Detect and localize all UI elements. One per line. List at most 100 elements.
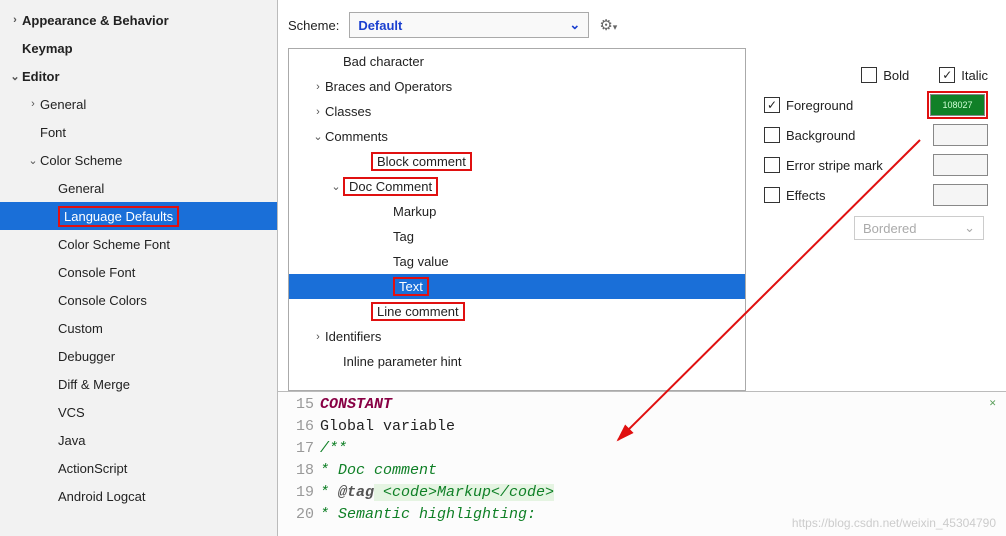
sidebar-item[interactable]: VCS xyxy=(0,398,277,426)
line-number: 20 xyxy=(286,506,314,528)
attribute-tree-label: Identifiers xyxy=(325,329,381,344)
attribute-tree-item[interactable]: Line comment xyxy=(289,299,745,324)
attribute-tree-label: Line comment xyxy=(371,302,465,321)
code-line: 16 Global variable xyxy=(286,418,1006,440)
code-text: * @tag <code>Markup</code> xyxy=(320,484,554,506)
checkbox-icon xyxy=(764,127,780,143)
chevron-down-icon: ⌄ xyxy=(964,220,975,236)
attribute-tree-item[interactable]: Markup xyxy=(289,199,745,224)
errorstripe-checkbox[interactable]: Error stripe mark xyxy=(764,157,925,173)
italic-checkbox[interactable]: ✓ Italic xyxy=(939,67,988,83)
sidebar-item[interactable]: ›General xyxy=(0,90,277,118)
attribute-tree-item[interactable]: ›Identifiers xyxy=(289,324,745,349)
sidebar-item-label: Diff & Merge xyxy=(58,377,130,392)
sidebar-item[interactable]: Android Logcat xyxy=(0,482,277,510)
gear-icon[interactable]: ⚙▾ xyxy=(599,16,617,34)
code-text: Global variable xyxy=(320,418,455,440)
sidebar-item[interactable]: Debugger xyxy=(0,342,277,370)
sidebar-item-label: Font xyxy=(40,125,66,140)
attribute-tree-item[interactable]: ⌄Comments xyxy=(289,124,745,149)
foreground-checkbox[interactable]: ✓ Foreground xyxy=(764,97,919,113)
chevron-right-icon: › xyxy=(311,106,325,118)
attribute-tree-label: Classes xyxy=(325,104,371,119)
sidebar-item[interactable]: ›Appearance & Behavior xyxy=(0,6,277,34)
checkbox-icon xyxy=(764,187,780,203)
sidebar-item-label: General xyxy=(58,181,104,196)
code-line: 19 * @tag <code>Markup</code> xyxy=(286,484,1006,506)
close-icon[interactable]: ✕ xyxy=(989,396,996,410)
attribute-tree-label: Tag xyxy=(393,229,414,244)
sidebar-item-label: Console Colors xyxy=(58,293,147,308)
sidebar-item[interactable]: ⌄Editor xyxy=(0,62,277,90)
attribute-tree-item[interactable]: ⌄Doc Comment xyxy=(289,174,745,199)
chevron-right-icon: › xyxy=(26,98,40,110)
scheme-value: Default xyxy=(358,18,402,33)
scheme-label: Scheme: xyxy=(288,18,339,33)
line-number: 19 xyxy=(286,484,314,506)
watermark: https://blog.csdn.net/weixin_45304790 xyxy=(792,516,996,530)
sidebar-item[interactable]: Color Scheme Font xyxy=(0,230,277,258)
attribute-tree-item[interactable]: Inline parameter hint xyxy=(289,349,745,374)
sidebar-item[interactable]: Diff & Merge xyxy=(0,370,277,398)
line-number: 18 xyxy=(286,462,314,484)
sidebar-item-label: Debugger xyxy=(58,349,115,364)
checkbox-icon: ✓ xyxy=(939,67,955,83)
sidebar-item[interactable]: Java xyxy=(0,426,277,454)
attribute-tree-label: Block comment xyxy=(371,152,472,171)
sidebar-item-label: Keymap xyxy=(22,41,73,56)
line-number: 15 xyxy=(286,396,314,418)
sidebar-item[interactable]: Language Defaults xyxy=(0,202,277,230)
attribute-tree-item[interactable]: Tag xyxy=(289,224,745,249)
sidebar-item[interactable]: Console Colors xyxy=(0,286,277,314)
attribute-tree-label: Comments xyxy=(325,129,388,144)
foreground-swatch[interactable]: 108027 xyxy=(930,94,985,116)
chevron-down-icon: ⌄ xyxy=(329,180,343,193)
sidebar-item-label: VCS xyxy=(58,405,85,420)
sidebar-item-label: General xyxy=(40,97,86,112)
scheme-dropdown[interactable]: Default ⌄ xyxy=(349,12,589,38)
chevron-down-icon: ⌄ xyxy=(569,17,580,33)
sidebar-item-label: Custom xyxy=(58,321,103,336)
sidebar-item-label: ActionScript xyxy=(58,461,127,476)
attribute-tree-item[interactable]: ›Classes xyxy=(289,99,745,124)
chevron-right-icon: › xyxy=(311,331,325,343)
sidebar-item[interactable]: Console Font xyxy=(0,258,277,286)
sidebar-item-label: Color Scheme xyxy=(40,153,122,168)
background-checkbox[interactable]: Background xyxy=(764,127,925,143)
sidebar-item-label: Language Defaults xyxy=(58,206,179,227)
sidebar-item[interactable]: Font xyxy=(0,118,277,146)
code-line: 15 CONSTANT xyxy=(286,396,1006,418)
errorstripe-swatch[interactable] xyxy=(933,154,988,176)
code-text: CONSTANT xyxy=(320,396,392,418)
sidebar-item[interactable]: ⌄Color Scheme xyxy=(0,146,277,174)
sidebar-item[interactable]: Keymap xyxy=(0,34,277,62)
chevron-right-icon: › xyxy=(8,14,22,26)
effect-type-dropdown: Bordered ⌄ xyxy=(854,216,984,240)
chevron-down-icon: ⌄ xyxy=(26,154,40,167)
background-swatch[interactable] xyxy=(933,124,988,146)
effects-swatch[interactable] xyxy=(933,184,988,206)
sidebar-item[interactable]: Custom xyxy=(0,314,277,342)
bold-checkbox[interactable]: Bold xyxy=(861,67,909,83)
attribute-tree-item[interactable]: ›Braces and Operators xyxy=(289,74,745,99)
attribute-tree-item[interactable]: Block comment xyxy=(289,149,745,174)
line-number: 16 xyxy=(286,418,314,440)
chevron-down-icon: ⌄ xyxy=(311,130,325,143)
code-line: 17/** xyxy=(286,440,1006,462)
code-text: * Semantic highlighting: xyxy=(320,506,536,528)
effects-checkbox[interactable]: Effects xyxy=(764,187,925,203)
attribute-tree-label: Doc Comment xyxy=(343,177,438,196)
attribute-tree-item[interactable]: Bad character xyxy=(289,49,745,74)
attribute-tree-label: Markup xyxy=(393,204,436,219)
attribute-tree-item[interactable]: Text xyxy=(289,274,745,299)
sidebar-item-label: Android Logcat xyxy=(58,489,145,504)
sidebar-item-label: Color Scheme Font xyxy=(58,237,170,252)
checkbox-icon xyxy=(764,157,780,173)
sidebar-item-label: Editor xyxy=(22,69,60,84)
sidebar-item[interactable]: General xyxy=(0,174,277,202)
code-line: 18 * Doc comment xyxy=(286,462,1006,484)
attribute-tree-item[interactable]: Tag value xyxy=(289,249,745,274)
sidebar-item[interactable]: ActionScript xyxy=(0,454,277,482)
code-text: * Doc comment xyxy=(320,462,437,484)
attribute-tree-label: Text xyxy=(393,277,429,296)
